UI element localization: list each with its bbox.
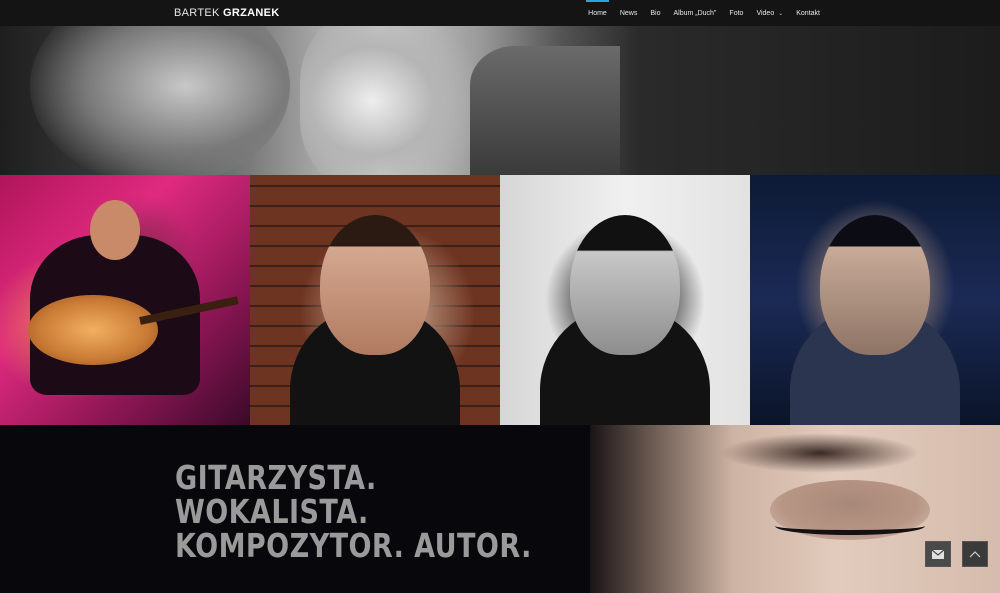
photo-gallery bbox=[0, 175, 1000, 425]
main-nav: Home News Bio Album „Duch" Foto Video ⌄ K… bbox=[575, 0, 820, 26]
top-navbar: BARTEK GRZANEK Home News Bio Album „Duch… bbox=[0, 0, 1000, 26]
photo-portrait-brick[interactable] bbox=[250, 175, 500, 425]
nav-video[interactable]: Video ⌄ bbox=[756, 0, 783, 26]
chevron-up-icon bbox=[969, 551, 981, 558]
portrait-head bbox=[820, 215, 930, 355]
site-logo[interactable]: BARTEK GRZANEK bbox=[174, 7, 279, 19]
nav-kontakt-label: Kontakt bbox=[796, 9, 820, 17]
hero-hair-shape bbox=[30, 26, 290, 175]
contact-mail-button[interactable] bbox=[925, 541, 951, 567]
portrait-head bbox=[570, 215, 680, 355]
nav-kontakt[interactable]: Kontakt bbox=[796, 0, 820, 26]
eyebrow-shape bbox=[720, 433, 920, 473]
eyelashes-shape bbox=[775, 517, 925, 535]
photo-portrait-blue[interactable] bbox=[750, 175, 1000, 425]
logo-first-name: BARTEK bbox=[174, 7, 220, 19]
chevron-down-icon: ⌄ bbox=[778, 10, 784, 17]
tagline-line-2: WOKALISTA. bbox=[175, 492, 369, 531]
hero-banner-image bbox=[0, 26, 1000, 175]
logo-last-name: GRZANEK bbox=[222, 7, 280, 19]
guitar-body bbox=[28, 295, 158, 365]
envelope-icon bbox=[932, 549, 944, 559]
nav-news-label: News bbox=[619, 9, 638, 17]
tagline-line-3: KOMPOZYTOR. AUTOR. bbox=[175, 526, 532, 565]
photo-portrait-bw[interactable] bbox=[500, 175, 750, 425]
nav-home-label: Home bbox=[588, 9, 607, 17]
nav-home[interactable]: Home bbox=[586, 0, 609, 26]
nav-video-label: Video bbox=[756, 9, 775, 17]
nav-album-label: Album „Duch" bbox=[673, 9, 717, 17]
portrait-head bbox=[320, 215, 430, 355]
hero-background-shape bbox=[470, 46, 620, 175]
nav-foto-label: Foto bbox=[729, 9, 744, 17]
hero-shoulder-shape bbox=[300, 26, 480, 175]
nav-news[interactable]: News bbox=[620, 0, 638, 26]
photo-guitarist[interactable] bbox=[0, 175, 250, 425]
nav-album[interactable]: Album „Duch" bbox=[673, 0, 716, 26]
nav-foto[interactable]: Foto bbox=[729, 0, 743, 26]
tagline-line-1: GITARZYSTA. bbox=[175, 458, 377, 497]
tagline: GITARZYSTA. WOKALISTA. KOMPOZYTOR. AUTOR… bbox=[175, 461, 532, 563]
nav-bio-label: Bio bbox=[650, 9, 661, 17]
nav-bio[interactable]: Bio bbox=[650, 0, 660, 26]
scroll-to-top-button[interactable] bbox=[962, 541, 988, 567]
guitarist-head bbox=[90, 200, 140, 260]
